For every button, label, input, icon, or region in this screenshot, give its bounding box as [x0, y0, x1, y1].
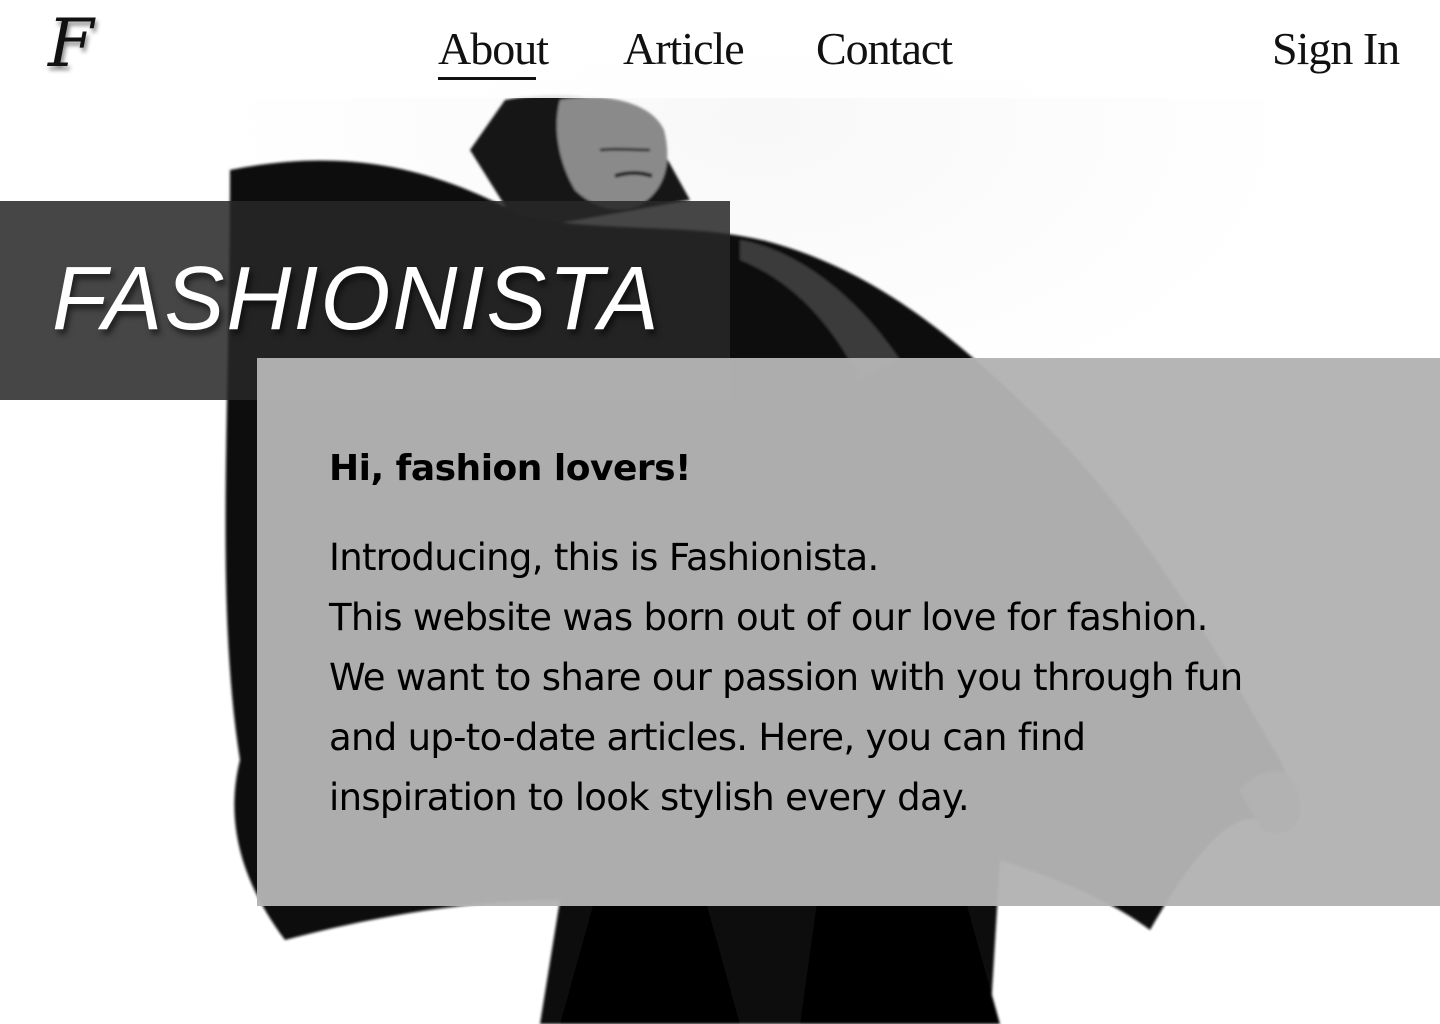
- intro-body: Introducing, this is Fashionista. This w…: [329, 528, 1419, 828]
- hero-title: FASHIONISTA: [52, 249, 661, 349]
- intro-line: We want to share our passion with you th…: [329, 656, 1243, 699]
- sign-in-link[interactable]: Sign In: [1272, 22, 1400, 75]
- script-f-logo-icon[interactable]: F: [48, 4, 138, 84]
- active-nav-underline: [438, 77, 536, 80]
- intro-line: Introducing, this is Fashionista.: [329, 536, 879, 579]
- intro-line: and up-to-date articles. Here, you can f…: [329, 716, 1086, 759]
- nav-link-about[interactable]: About: [438, 22, 549, 75]
- intro-line: inspiration to look stylish every day.: [329, 776, 970, 819]
- nav-link-article[interactable]: Article: [623, 22, 745, 75]
- nav-link-contact[interactable]: Contact: [816, 22, 953, 75]
- intro-line: This website was born out of our love fo…: [329, 596, 1208, 639]
- intro-heading: Hi, fashion lovers!: [329, 448, 691, 489]
- top-navigation: F About Article Contact Sign In: [0, 0, 1440, 98]
